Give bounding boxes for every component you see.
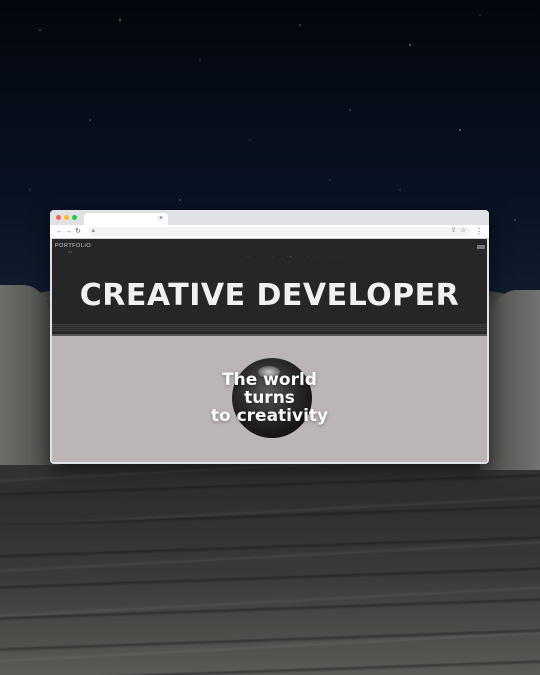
- back-button[interactable]: ←: [56, 226, 63, 237]
- feature-section: The world turns to creativity: [52, 336, 487, 462]
- tagline-line-2: turns: [244, 388, 295, 408]
- bookmark-icon[interactable]: ☆: [461, 227, 466, 236]
- web-page: PORTFOLIO 2.0 intro work skills about co…: [52, 239, 487, 462]
- tagline-line-3: to creativity: [210, 406, 329, 426]
- rock-ridge-right: [480, 290, 540, 470]
- maximize-window-button[interactable]: [72, 215, 77, 220]
- minimize-window-button[interactable]: [64, 215, 69, 220]
- share-icon[interactable]: ⇪: [451, 227, 456, 236]
- tab-close-icon[interactable]: ×: [159, 213, 163, 225]
- close-window-button[interactable]: [56, 215, 61, 220]
- tagline: The world turns to creativity: [52, 371, 487, 425]
- reload-button[interactable]: ↻: [75, 226, 81, 237]
- hamburger-menu-icon[interactable]: [477, 245, 485, 249]
- browser-titlebar: ×: [50, 210, 489, 225]
- hero-section: CREATIVE DEVELOPER: [52, 257, 487, 336]
- browser-tab[interactable]: ×: [84, 213, 168, 225]
- site-logo[interactable]: PORTFOLIO: [55, 243, 91, 249]
- hero-title: CREATIVE DEVELOPER: [79, 278, 460, 313]
- site-logo-sub: 2.0: [68, 250, 73, 254]
- browser-menu-icon[interactable]: ⋮: [475, 226, 483, 237]
- tagline-line-1: The world: [222, 370, 317, 390]
- lock-icon: 🔒︎: [92, 228, 95, 234]
- address-bar[interactable]: 🔒︎ ⇪ ☆: [88, 227, 471, 236]
- browser-toolbar: ← → ↻ 🔒︎ ⇪ ☆ ⋮: [50, 225, 489, 239]
- forward-button[interactable]: →: [65, 226, 72, 237]
- browser-window: × ← → ↻ 🔒︎ ⇪ ☆ ⋮ PORTFOLIO 2.0 intro wor…: [50, 210, 489, 464]
- site-header: PORTFOLIO 2.0 intro work skills about co…: [52, 239, 487, 260]
- hero-stripes: [52, 324, 487, 332]
